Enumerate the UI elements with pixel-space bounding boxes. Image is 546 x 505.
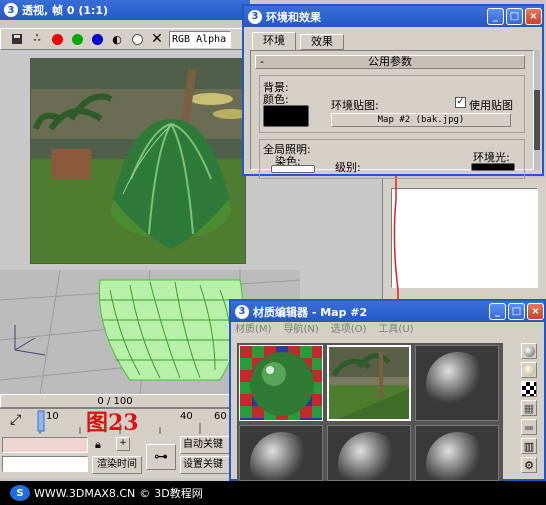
channel-select[interactable]: RGB Alpha bbox=[169, 30, 231, 48]
material-side-toolbar: ▦ ▬ ▥ ⚙ bbox=[519, 343, 539, 481]
status-icon-scale[interactable]: ⤢ bbox=[10, 412, 30, 428]
material-editor-titlebar: 3 材质编辑器 - Map #2 _ □ × bbox=[231, 301, 544, 322]
maximize-button[interactable]: □ bbox=[508, 303, 525, 320]
env-dialog-title: 环境和效果 bbox=[266, 10, 321, 24]
rollout-collapse: - bbox=[260, 55, 264, 68]
material-editor: 3 材质编辑器 - Map #2 _ □ × 材质(M) 导航(N) 选项(O)… bbox=[229, 299, 546, 481]
sample-slot[interactable] bbox=[415, 345, 499, 421]
env-scrollbar[interactable] bbox=[534, 50, 540, 170]
mono-icon[interactable] bbox=[129, 31, 145, 47]
maximize-button[interactable]: □ bbox=[506, 8, 523, 25]
render-toolbar: ஃ ◐ ✕ RGB Alpha bbox=[0, 28, 250, 50]
env-scrollbar-thumb[interactable] bbox=[534, 90, 540, 150]
key-mode-icon[interactable]: ⊶ bbox=[146, 444, 176, 470]
status-field-white bbox=[2, 456, 88, 472]
menu-tools[interactable]: 工具(U) bbox=[378, 322, 413, 338]
level-label: 级别: bbox=[335, 161, 361, 174]
lock-icon[interactable]: 🔒︎ bbox=[95, 438, 101, 452]
bottom-controls: 🔒︎ + 渲染时间 ⊶ 自动关键 设置关键 bbox=[90, 434, 230, 478]
env-map-button[interactable]: Map #2 (bak.jpg) bbox=[331, 113, 511, 127]
save-icon[interactable] bbox=[9, 31, 25, 47]
viewport-title: 透视, 帧 0 (1:1) bbox=[22, 4, 109, 17]
backlight-icon[interactable] bbox=[521, 362, 537, 378]
tint-color-swatch[interactable] bbox=[271, 165, 315, 173]
watermark-site: WWW.3DMAX8.CN bbox=[34, 486, 136, 500]
menu-options[interactable]: 选项(O) bbox=[331, 322, 367, 338]
options-icon[interactable]: ⚙ bbox=[521, 457, 537, 473]
sample-slot[interactable] bbox=[415, 425, 499, 481]
sample-slots bbox=[237, 343, 503, 481]
watermark-bar: S WWW.3DMAX8.CN © 3D教程网 bbox=[0, 481, 546, 505]
sample-slot[interactable] bbox=[239, 345, 323, 421]
env-map-label: 环境贴图: bbox=[331, 99, 379, 112]
viewport-titlebar: 3 透视, 帧 0 (1:1) bbox=[0, 0, 250, 20]
timeline-tick: 60 bbox=[214, 411, 227, 422]
env-panel: - 公用参数 背景: 颜色: 环境贴图: ✓ 使用贴图 Map #2 (bak.… bbox=[250, 50, 534, 179]
command-panel bbox=[382, 178, 546, 300]
sample-slot[interactable] bbox=[327, 425, 411, 481]
tab-effects[interactable]: 效果 bbox=[300, 34, 344, 50]
timeline-tick: 40 bbox=[180, 411, 193, 422]
background-checker-icon[interactable] bbox=[521, 381, 537, 397]
menu-navigation[interactable]: 导航(N) bbox=[283, 322, 318, 338]
command-panel-list bbox=[391, 188, 538, 288]
tab-environment[interactable]: 环境 bbox=[252, 32, 296, 50]
uv-tiling-icon[interactable]: ▦ bbox=[521, 400, 537, 416]
close-button[interactable]: × bbox=[527, 303, 544, 320]
env-dialog-icon: 3 bbox=[248, 9, 262, 24]
app-icon: 3 bbox=[4, 3, 18, 17]
watermark-logo-icon: S bbox=[10, 485, 30, 501]
set-key-button[interactable]: 设置关键 bbox=[180, 456, 230, 474]
rendered-image bbox=[30, 58, 246, 264]
status-panel bbox=[0, 434, 90, 478]
env-dialog-titlebar: 3 环境和效果 _ □ × bbox=[244, 6, 542, 27]
alpha-channel-icon[interactable]: ◐ bbox=[109, 31, 125, 47]
use-map-label: 使用贴图 bbox=[469, 99, 513, 112]
watermark-copyright-icon: © bbox=[139, 486, 151, 500]
status-field-pink bbox=[2, 437, 88, 453]
sample-slot[interactable] bbox=[239, 425, 323, 481]
material-editor-icon: 3 bbox=[235, 304, 249, 319]
video-color-check-icon[interactable]: ▬ bbox=[521, 419, 537, 435]
minimize-button[interactable]: _ bbox=[487, 8, 504, 25]
background-color-swatch[interactable] bbox=[263, 105, 309, 127]
rollout-title: 公用参数 bbox=[368, 55, 412, 68]
figure-annotation: 图23 bbox=[86, 410, 139, 436]
red-channel-icon[interactable] bbox=[49, 31, 65, 47]
ambient-color-swatch[interactable] bbox=[471, 163, 515, 171]
close-button[interactable]: × bbox=[525, 8, 542, 25]
sample-slot-active[interactable] bbox=[327, 345, 411, 421]
material-editor-title: 材质编辑器 - Map #2 bbox=[253, 305, 368, 319]
snap-button[interactable]: + bbox=[116, 437, 130, 451]
green-channel-icon[interactable] bbox=[69, 31, 85, 47]
auto-key-button[interactable]: 自动关键 bbox=[180, 436, 230, 454]
make-preview-icon[interactable]: ▥ bbox=[521, 438, 537, 454]
use-map-checkbox[interactable]: ✓ bbox=[455, 97, 466, 108]
blue-channel-icon[interactable] bbox=[89, 31, 105, 47]
render-time-button[interactable]: 渲染时间 bbox=[92, 456, 142, 474]
sample-type-icon[interactable] bbox=[521, 343, 537, 359]
clone-icon[interactable]: ஃ bbox=[29, 31, 45, 47]
menu-material[interactable]: 材质(M) bbox=[235, 322, 271, 338]
minimize-button[interactable]: _ bbox=[489, 303, 506, 320]
clear-icon[interactable]: ✕ bbox=[149, 31, 165, 47]
timeline-tick: 10 bbox=[46, 411, 59, 422]
material-menu-bar: 材质(M) 导航(N) 选项(O) 工具(U) bbox=[231, 322, 544, 338]
watermark-name: 3D教程网 bbox=[154, 487, 203, 500]
env-effects-dialog: 3 环境和效果 _ □ × 环境 效果 - 公用参数 背景: 颜色: 环境贴图:… bbox=[242, 4, 544, 179]
rollout-header[interactable]: - 公用参数 bbox=[255, 55, 525, 69]
